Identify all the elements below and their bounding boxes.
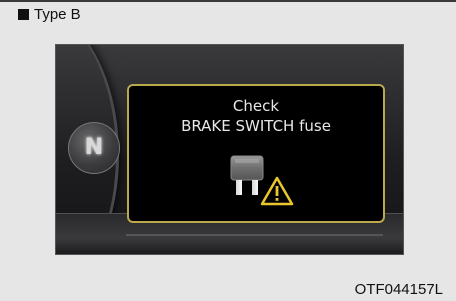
gear-indicator: N [68,122,120,174]
type-label-text: Type B [34,6,81,23]
warning-message-panel: Check BRAKE SWITCH fuse [127,84,385,223]
top-rule [0,0,456,2]
gear-indicator-letter: N [84,135,104,160]
message-line-fuse: BRAKE SWITCH fuse [181,117,331,135]
warning-triangle-icon [260,176,294,206]
square-bullet-icon [18,9,29,20]
message-line-check: Check [232,97,280,115]
figure-code: OTF044157L [354,281,443,298]
instrument-cluster-image: N Check BRAKE SWITCH fuse [55,44,404,255]
type-heading: Type B [18,6,81,23]
cluster-lower-line [126,234,383,236]
